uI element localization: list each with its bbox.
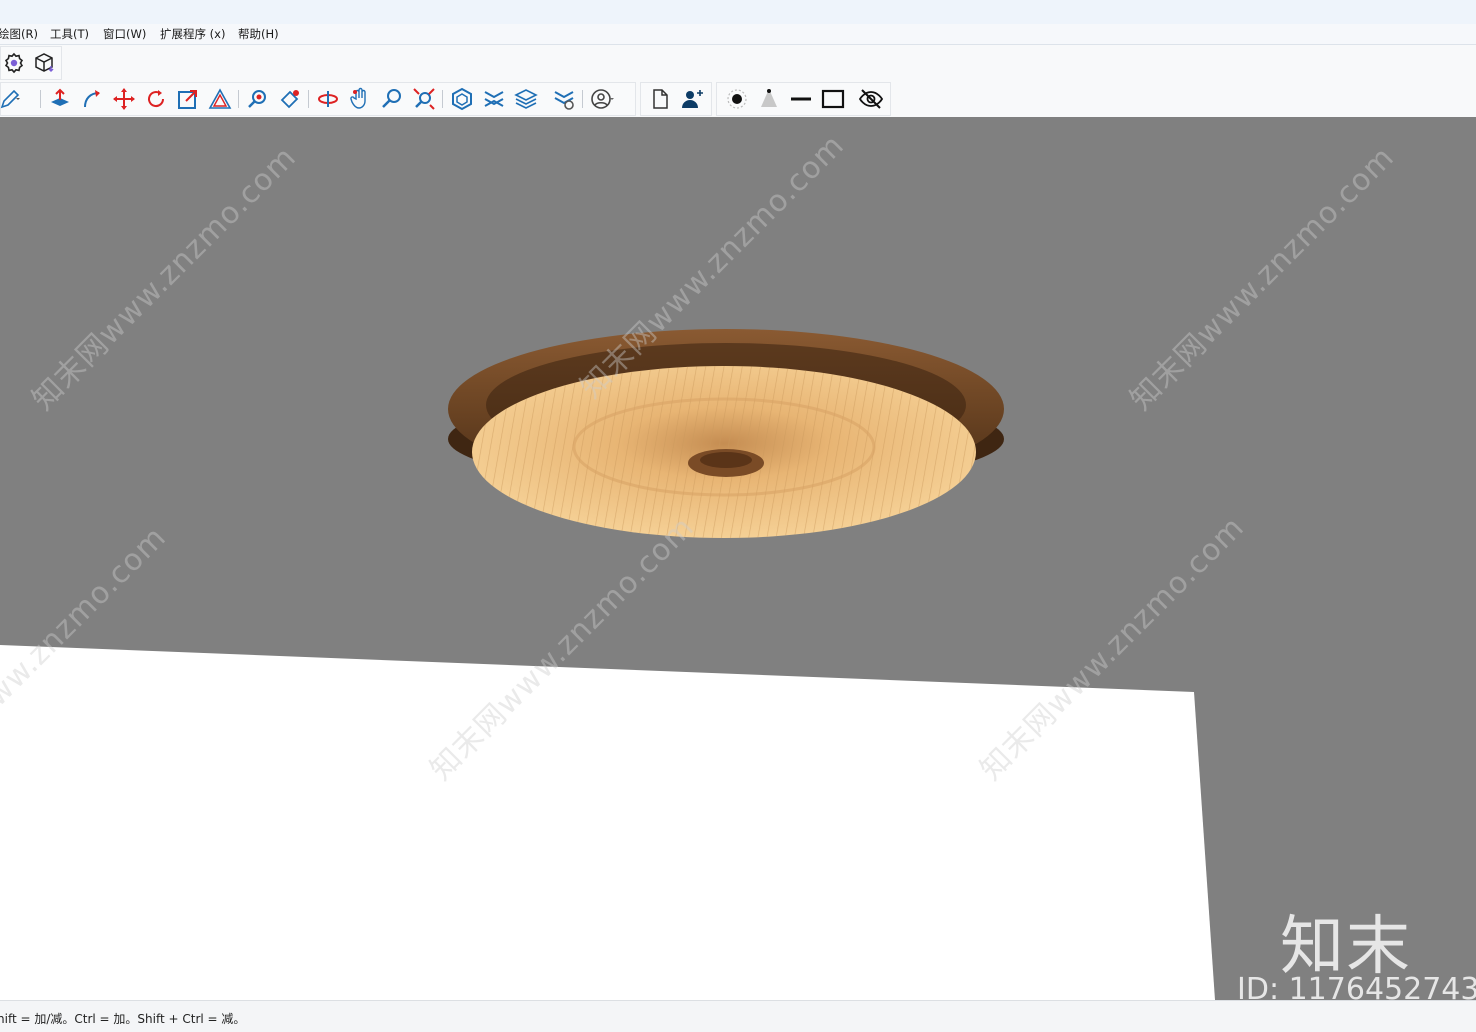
separator (308, 90, 309, 108)
menu-draw[interactable]: 绘图(R) (0, 26, 38, 42)
offset-icon[interactable] (206, 85, 234, 113)
account-icon[interactable] (588, 85, 616, 113)
follow-me-icon[interactable] (78, 85, 106, 113)
lamp-center-hole (700, 452, 752, 468)
toolbar-row-1 (0, 45, 1476, 81)
pan-icon[interactable] (346, 85, 374, 113)
scale-icon[interactable] (174, 85, 202, 113)
status-text: hift = 加/减。Ctrl = 加。Shift + Ctrl = 减。 (0, 1012, 246, 1026)
asset-id: ID: 1176452743 (1237, 972, 1476, 1007)
component-box-icon[interactable] (30, 49, 58, 77)
toolbar-row-2 (0, 81, 1476, 117)
separator (40, 90, 41, 108)
line-style-icon[interactable] (787, 85, 815, 113)
layers-icon[interactable] (512, 85, 540, 113)
model-viewport[interactable]: 知末网www.znzmo.com 知末网www.znzmo.com 知末网www… (0, 117, 1476, 1000)
cone-icon[interactable] (755, 85, 783, 113)
point-style-icon[interactable] (723, 85, 751, 113)
menu-bar: 绘图(R) 工具(T) 窗口(W) 扩展程序 (x) 帮助(H) (0, 24, 1476, 45)
menu-extensions[interactable]: 扩展程序 (x) (160, 26, 225, 42)
zoom-extents-icon[interactable] (410, 85, 438, 113)
rectangle-style-icon[interactable] (819, 85, 847, 113)
orbit-icon[interactable] (314, 85, 342, 113)
pencil-dropdown-icon[interactable] (0, 85, 24, 113)
separator (238, 90, 239, 108)
menu-window[interactable]: 窗口(W) (103, 26, 146, 42)
window-titlebar (0, 0, 1476, 24)
menu-tools[interactable]: 工具(T) (50, 26, 89, 42)
separator (582, 90, 583, 108)
add-user-icon[interactable] (678, 85, 706, 113)
layout-icon[interactable] (550, 85, 578, 113)
3d-warehouse-icon[interactable] (448, 85, 476, 113)
settings-gear-icon[interactable] (0, 49, 28, 77)
move-icon[interactable] (110, 85, 138, 113)
rotate-icon[interactable] (142, 85, 170, 113)
zoom-window-icon[interactable] (244, 85, 272, 113)
separator (442, 90, 443, 108)
extension-warehouse-icon[interactable] (480, 85, 508, 113)
new-document-icon[interactable] (646, 85, 674, 113)
menu-help[interactable]: 帮助(H) (238, 26, 279, 42)
paint-bucket-icon[interactable] (276, 85, 304, 113)
zoom-icon[interactable] (378, 85, 406, 113)
hide-icon[interactable] (857, 85, 885, 113)
push-pull-icon[interactable] (46, 85, 74, 113)
